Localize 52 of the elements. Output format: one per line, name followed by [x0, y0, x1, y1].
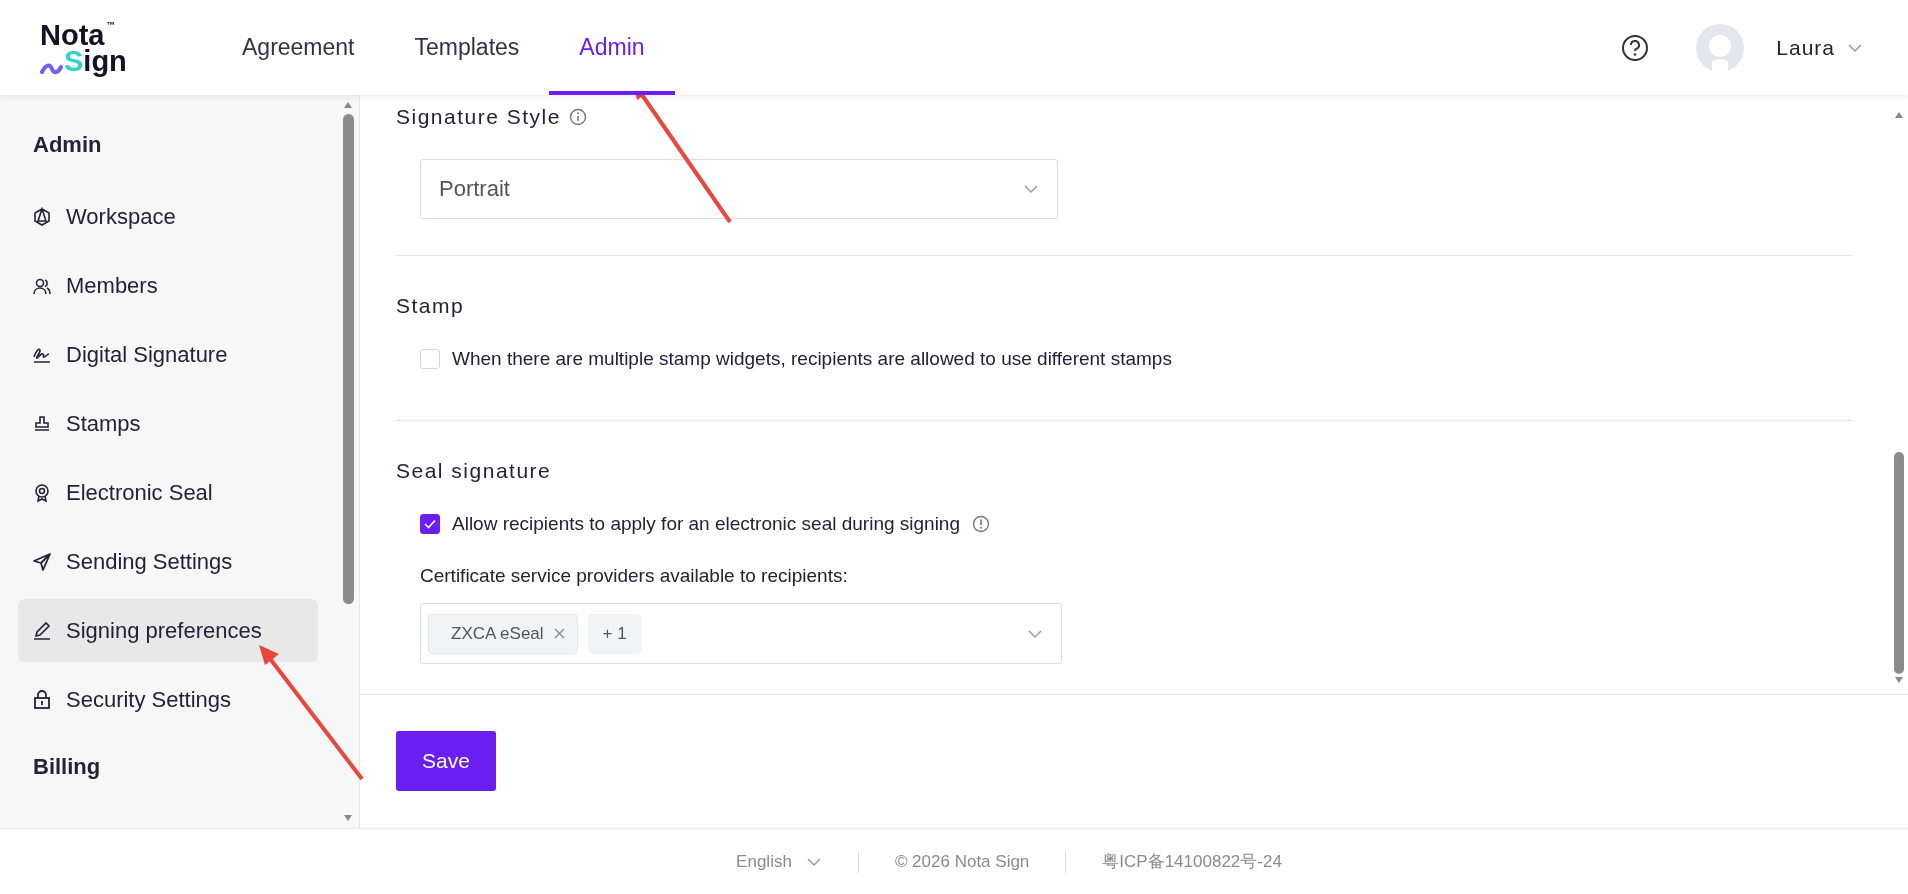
- alert-icon: [972, 515, 990, 533]
- logo-text: Nota: [40, 21, 105, 48]
- sidebar-heading: Billing: [33, 753, 102, 781]
- scroll-down-icon[interactable]: [1894, 676, 1904, 684]
- sidebar-heading: Admin: [33, 131, 103, 159]
- scrollbar-thumb[interactable]: [342, 114, 354, 604]
- close-icon[interactable]: [553, 628, 565, 639]
- scroll-down-icon[interactable]: [343, 814, 354, 822]
- provider-select[interactable]: ZXCA eSeal + 1: [420, 603, 1062, 664]
- stamp-icon: [32, 413, 52, 434]
- sidebar-item[interactable]: Members: [18, 254, 318, 317]
- user-menu[interactable]: Laura: [1744, 35, 1863, 60]
- field-label: Certificate service providers available to recipients:: [420, 565, 849, 587]
- chevron-down-icon: [805, 856, 822, 867]
- lock-icon: [32, 689, 52, 710]
- help-icon[interactable]: [1621, 33, 1650, 62]
- section-title: Seal signature: [396, 459, 552, 483]
- sidebar-item[interactable]: Workspace: [18, 185, 318, 248]
- pen-icon: [32, 620, 52, 641]
- save-button[interactable]: Save: [396, 731, 496, 791]
- sidebar-item[interactable]: Sending Settings: [18, 530, 318, 593]
- check-icon: [424, 519, 436, 529]
- sidebar-item[interactable]: Signing preferences: [18, 599, 318, 662]
- chevron-down-icon: [1023, 184, 1039, 194]
- chevron-down-icon: [1027, 628, 1043, 639]
- nav-tab[interactable]: Admin: [549, 0, 675, 95]
- scroll-up-icon[interactable]: [343, 101, 354, 109]
- provider-tag: + 1: [587, 613, 642, 654]
- checkbox-label: When there are multiple stamp widgets, recipients are allowed to use different stamps: [452, 348, 1172, 370]
- style-select[interactable]: Portrait: [420, 159, 1058, 219]
- checkbox-label: Allow recipients to apply for an electronic seal during signing: [452, 513, 960, 535]
- checkbox[interactable]: [420, 514, 440, 534]
- sidebar-item[interactable]: Stamps: [18, 392, 318, 455]
- section-title: Stamp: [396, 294, 465, 318]
- sidebar-item[interactable]: Digital Signature: [18, 323, 318, 386]
- copyright-text: © 2026 Nota Sign: [894, 851, 1030, 872]
- nav-tab[interactable]: Templates: [384, 0, 550, 95]
- trademark-mark: ™: [106, 19, 115, 30]
- provider-tag: ZXCA eSeal: [428, 613, 578, 654]
- chevron-down-icon: [1847, 42, 1863, 53]
- sidebar-item[interactable]: Security Settings: [18, 668, 318, 731]
- section-title: Signature Style: [396, 105, 561, 129]
- hexagon-icon: [32, 206, 52, 227]
- info-icon: [568, 108, 587, 126]
- nav-tab[interactable]: Agreement: [212, 0, 385, 95]
- wave-icon: [40, 61, 63, 76]
- scroll-up-icon[interactable]: [1894, 111, 1904, 119]
- seal-icon: [32, 482, 52, 503]
- sidebar-item[interactable]: Electronic Seal: [18, 461, 318, 524]
- send-icon: [32, 551, 52, 572]
- scrollbar-thumb[interactable]: [1894, 452, 1904, 674]
- icp-license-text: 粤ICP备14100822号-24: [1102, 851, 1282, 873]
